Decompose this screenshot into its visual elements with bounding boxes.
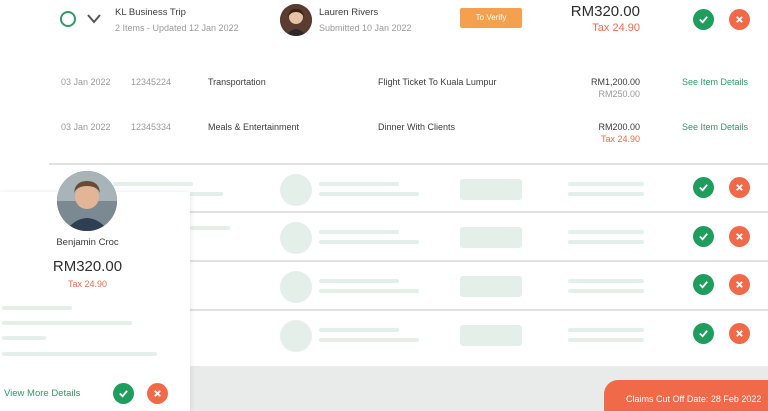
close-icon [736,281,743,288]
skeleton-avatar [280,222,312,254]
skeleton-line [190,226,230,230]
skeleton-line [2,306,72,310]
reject-button[interactable] [729,177,750,198]
skeleton-line [319,328,399,332]
approve-button[interactable] [113,383,134,404]
item-amount: RM200.00 [598,122,640,132]
see-item-details-link[interactable]: See Item Details [682,122,748,132]
item-category: Transportation [208,77,266,87]
skeleton-avatar [280,271,312,303]
reject-button[interactable] [729,274,750,295]
skeleton-line [568,240,644,244]
row-divider [49,163,768,165]
skeleton-line [2,321,132,325]
item-tax: Tax 24.90 [600,134,640,144]
check-icon [119,390,128,398]
item-description: Dinner With Clients [378,122,456,132]
close-icon [736,330,743,337]
to-verify-button[interactable]: To Verify [460,8,522,28]
skeleton-block [460,276,522,297]
employee-card: Benjamin Croc RM320.00 Tax 24.90 View Mo… [0,171,190,411]
skeleton-line [568,289,644,293]
approve-button[interactable] [693,323,714,344]
skeleton-line [568,192,644,196]
avatar [57,171,117,231]
skeleton-block [460,227,522,248]
check-icon [699,281,708,289]
employee-tax: Tax 24.90 [67,279,108,289]
skeleton-block [460,179,522,200]
check-icon [699,184,708,192]
close-icon [154,390,161,397]
select-radio[interactable] [60,11,76,27]
item-category: Meals & Entertainment [208,122,300,132]
skeleton-line [2,352,157,356]
item-id: 12345334 [131,122,172,132]
item-date: 03 Jan 2022 [61,122,111,132]
claim-subtitle: 2 Items - Updated 12 Jan 2022 [115,23,239,33]
skeleton-line [319,182,399,186]
skeleton-line [568,328,644,332]
skeleton-avatar [280,174,312,206]
item-date: 03 Jan 2022 [61,77,111,87]
close-icon [736,16,743,23]
check-icon [699,16,708,24]
skeleton-line [568,230,644,234]
claim-amount: RM320.00 [570,3,640,20]
close-icon [736,233,743,240]
see-item-details-link[interactable]: See Item Details [682,77,748,87]
reject-button[interactable] [729,9,750,30]
skeleton-line [568,279,644,283]
cutoff-text: Claims Cut Off Date: 28 Feb 2022 [626,394,762,404]
person-photo-icon [57,171,117,231]
reject-button[interactable] [147,383,168,404]
skeleton-line [319,192,419,196]
submitted-date: Submitted 10 Jan 2022 [319,23,412,33]
submitter-name: Lauren Rivers [319,7,379,18]
skeleton-line [113,182,193,186]
item-amount: RM1,200.00 [590,77,640,87]
approve-button[interactable] [693,177,714,198]
table-row: 03 Jan 2022 12345334 Meals & Entertainme… [0,122,768,144]
claim-tax: Tax 24.90 [592,22,640,34]
skeleton-line [2,336,46,340]
table-row: 03 Jan 2022 12345224 Transportation Flig… [0,77,768,99]
skeleton-line [319,230,399,234]
check-icon [699,330,708,338]
skeleton-line [319,240,419,244]
employee-name: Benjamin Croc [56,237,119,248]
check-icon [699,233,708,241]
approve-button[interactable] [693,274,714,295]
person-photo-icon [280,4,312,36]
reject-button[interactable] [729,226,750,247]
skeleton-line [319,289,419,293]
item-description: Flight Ticket To Kuala Lumpur [378,77,497,87]
cutoff-banner: Claims Cut Off Date: 28 Feb 2022 [604,380,768,411]
avatar [280,4,312,36]
employee-amount: RM320.00 [52,258,123,275]
view-more-details-link[interactable]: View More Details [4,388,80,399]
approve-button[interactable] [693,9,714,30]
skeleton-line [319,279,399,283]
skeleton-line [568,338,644,342]
skeleton-avatar [280,320,312,352]
chevron-down-icon[interactable] [86,12,102,26]
item-sub-amount: RM250.00 [598,89,640,99]
item-id: 12345224 [131,77,172,87]
approve-button[interactable] [693,226,714,247]
close-icon [736,184,743,191]
skeleton-line [568,182,644,186]
skeleton-line [319,338,419,342]
claim-row[interactable]: KL Business Trip 2 Items - Updated 12 Ja… [0,0,768,44]
reject-button[interactable] [729,323,750,344]
skeleton-block [460,325,522,346]
claim-title: KL Business Trip [115,7,186,18]
